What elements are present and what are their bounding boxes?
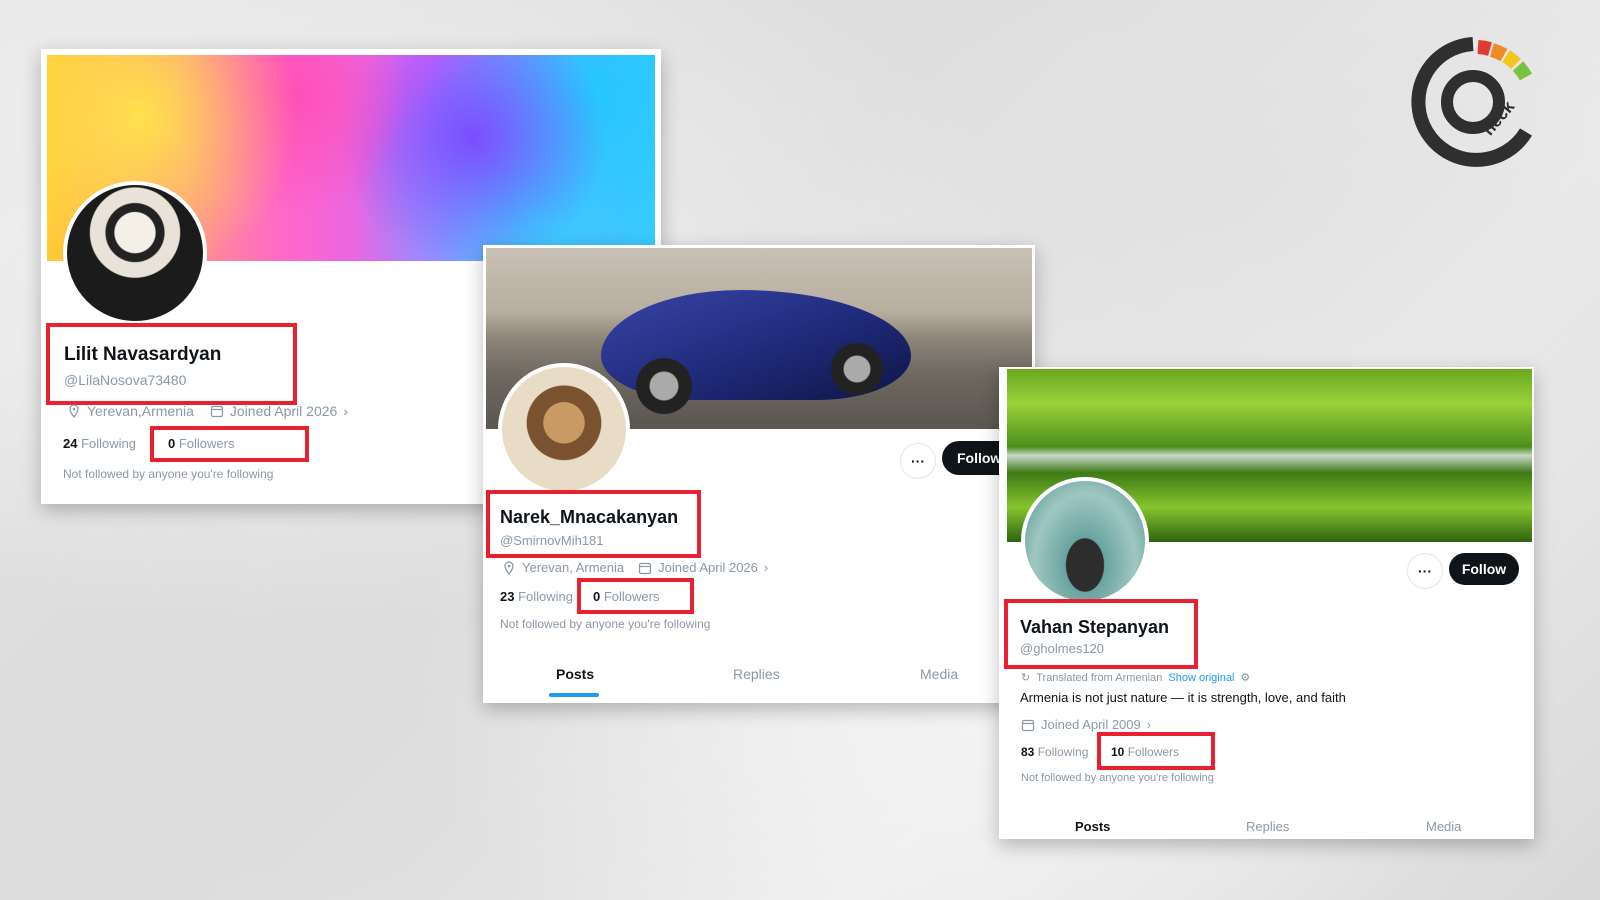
profile-name: Vahan Stepanyan [1020, 617, 1170, 637]
following-label: Following [81, 436, 137, 451]
profile-meta: Yerevan,Armenia Joined April 2026 › [67, 403, 348, 419]
calendar-icon [639, 562, 652, 574]
following-link[interactable]: 23 Following [500, 589, 573, 604]
profile-meta: Yerevan, Armenia Joined April 2026 › [502, 560, 768, 575]
following-count: 83 [1021, 745, 1035, 759]
joined-text: Joined April 2009 [1041, 717, 1141, 732]
following-link[interactable]: 24 Following [63, 436, 136, 451]
translate-icon: ↻ [1021, 672, 1031, 684]
more-options-button[interactable]: ··· [1407, 553, 1443, 589]
translated-label: Translated from Armenian [1036, 671, 1163, 684]
followers-link[interactable]: 0 Followers [593, 589, 659, 604]
profile-name: Lilit Navasardyan [64, 344, 222, 365]
location-text: Yerevan,Armenia [87, 403, 194, 419]
profile-handle: @SmirnovMih181 [500, 533, 604, 548]
calendar-icon [210, 405, 223, 418]
more-options-button[interactable]: ··· [900, 443, 936, 479]
profile-handle: @LilaNosova73480 [64, 372, 187, 388]
tab-replies[interactable]: Replies [733, 666, 780, 682]
location-text: Yerevan, Armenia [522, 560, 625, 575]
followers-label: Followers [178, 436, 235, 451]
profile-handle: @gholmes120 [1020, 641, 1105, 656]
chevron-right-icon[interactable]: › [343, 403, 348, 419]
avatar[interactable] [1021, 477, 1149, 605]
check-logo: heck [1408, 34, 1538, 170]
following-label: Following [1037, 745, 1089, 759]
followers-label: Followers [1127, 745, 1180, 759]
follow-button[interactable]: Follow [1449, 553, 1519, 585]
followers-label: Followers [603, 589, 660, 604]
tab-media[interactable]: Media [920, 666, 958, 682]
translation-row: ↻ Translated from Armenian Show original… [1021, 671, 1250, 685]
followers-count: 0 [593, 589, 601, 604]
check-logo-icon: heck [1411, 37, 1533, 167]
followed-by-note: Not followed by anyone you're following [1021, 772, 1214, 784]
avatar[interactable] [498, 363, 630, 495]
following-count: 24 [63, 436, 78, 451]
following-count: 23 [500, 589, 515, 604]
profile-card-vahan: ··· Follow Vahan Stepanyan @gholmes120 ↻… [999, 367, 1534, 839]
joined-text: Joined April 2026 [229, 403, 338, 419]
followed-by-note: Not followed by anyone you're following [500, 617, 711, 631]
location-icon [504, 560, 514, 575]
show-original-link[interactable]: Show original [1168, 672, 1234, 684]
location-icon [69, 404, 79, 418]
following-link[interactable]: 83 Following [1021, 745, 1088, 759]
logo-letters: heck [1479, 97, 1519, 139]
tab-posts[interactable]: Posts [1075, 819, 1110, 834]
profile-name: Narek_Mnacakanyan [500, 507, 679, 527]
followers-count: 0 [168, 436, 176, 451]
followers-link[interactable]: 0 Followers [168, 436, 234, 451]
gear-icon[interactable]: ⚙ [1240, 671, 1250, 684]
car-wheel [636, 358, 692, 414]
tab-posts[interactable]: Posts [556, 666, 594, 682]
avatar[interactable] [63, 181, 207, 325]
followed-by-note: Not followed by anyone you're following [63, 467, 274, 481]
tab-media[interactable]: Media [1426, 819, 1461, 834]
calendar-icon [1021, 719, 1035, 731]
joined-text: Joined April 2026 [658, 560, 758, 575]
profile-card-narek: ··· Follow Narek_Mnacakanyan @SmirnovMih… [483, 245, 1035, 703]
following-label: Following [518, 589, 574, 604]
chevron-right-icon[interactable]: › [1147, 717, 1151, 732]
chevron-right-icon[interactable]: › [764, 560, 768, 575]
followers-count: 10 [1111, 745, 1125, 759]
tab-replies[interactable]: Replies [1246, 819, 1289, 834]
profile-meta: Joined April 2009 › [1021, 717, 1151, 732]
profile-bio: Armenia is not just nature — it is stren… [1020, 690, 1346, 705]
car-wheel [831, 343, 883, 395]
followers-link[interactable]: 10 Followers [1111, 745, 1179, 759]
active-tab-indicator [549, 693, 599, 697]
